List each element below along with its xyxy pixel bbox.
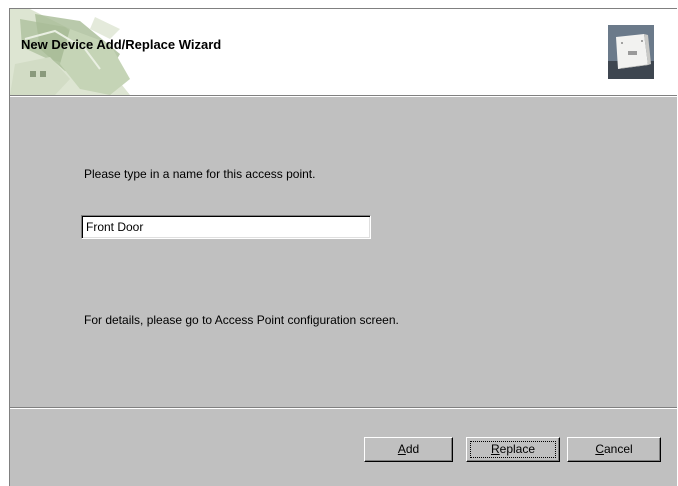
replace-button[interactable]: Replace — [466, 437, 560, 462]
cancel-button[interactable]: Cancel — [567, 437, 661, 462]
header-separator — [10, 95, 677, 97]
wizard-header: New Device Add/Replace Wizard — [10, 9, 677, 95]
access-point-device-icon — [608, 25, 654, 79]
wizard-dialog: New Device Add/Replace Wizard Please typ… — [9, 8, 677, 486]
wizard-title: New Device Add/Replace Wizard — [21, 37, 222, 52]
add-button[interactable]: Add — [364, 437, 453, 462]
access-point-name-input[interactable] — [81, 215, 371, 239]
name-prompt-label: Please type in a name for this access po… — [84, 167, 316, 181]
details-hint-text: For details, please go to Access Point c… — [84, 313, 399, 327]
house-silhouette-icon — [10, 9, 130, 95]
button-separator — [10, 407, 677, 409]
